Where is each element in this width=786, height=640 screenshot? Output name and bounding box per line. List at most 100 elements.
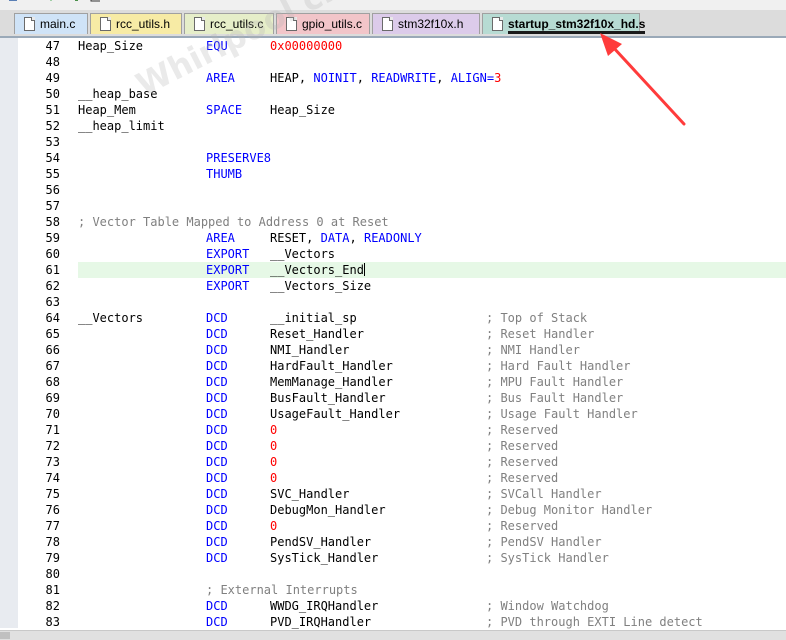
- tab-label: stm32f10x.h: [398, 17, 464, 31]
- code-line[interactable]: 77 DCD 0 ; Reserved: [0, 518, 786, 534]
- code-directive: PRESERVE8: [206, 151, 272, 165]
- code-line[interactable]: 76 DCD DebugMon_Handler ; Debug Monitor Han…: [0, 502, 786, 518]
- code-token-part: ,: [349, 231, 357, 245]
- line-number: 66: [45, 343, 60, 357]
- code-operand: 0x00000000: [270, 39, 343, 53]
- toolbar: [0, 0, 786, 10]
- toolbar-icon-1[interactable]: [8, 0, 18, 6]
- code-line[interactable]: 61 EXPORT __Vectors_End: [0, 262, 786, 278]
- line-number: 64: [45, 311, 60, 325]
- line-number: 58: [45, 215, 60, 229]
- tab-main-c[interactable]: main.c: [14, 13, 88, 34]
- code-line[interactable]: 66 DCD NMI_Handler ; NMI Handler: [0, 342, 786, 358]
- code-line[interactable]: 67 DCD HardFault_Handler ; Hard Fault Handl…: [0, 358, 786, 374]
- code-line[interactable]: 54 PRESERVE8: [0, 150, 786, 166]
- code-operand: 0: [270, 423, 278, 437]
- code-directive: SPACE: [206, 103, 243, 117]
- code-comment: ; Top of Stack: [486, 311, 588, 325]
- code-comment: ; Reserved: [486, 455, 559, 469]
- code-directive: DCD: [206, 359, 228, 373]
- code-label: __heap_base: [78, 87, 158, 101]
- code-line[interactable]: 68 DCD MemManage_Handler ; MPU Fault Handle…: [0, 374, 786, 390]
- code-line[interactable]: 70 DCD UsageFault_Handler ; Usage Fault Han…: [0, 406, 786, 422]
- code-directive: DCD: [206, 375, 228, 389]
- code-line[interactable]: 72 DCD 0 ; Reserved: [0, 438, 786, 454]
- down-arrow-icon[interactable]: [46, 0, 56, 6]
- tab-rcc-utils-c[interactable]: rcc_utils.c: [184, 13, 274, 34]
- build-icon[interactable]: [90, 0, 100, 6]
- code-operand: UsageFault_Handler: [270, 407, 401, 421]
- code-line[interactable]: 63: [0, 294, 786, 310]
- line-number: 75: [45, 487, 60, 501]
- code-line[interactable]: 82 DCD WWDG_IRQHandler ; Window Watchdog: [0, 598, 786, 614]
- code-line[interactable]: 64 __Vectors DCD __initial_sp ; Top of Stack: [0, 310, 786, 326]
- code-line[interactable]: 65 DCD Reset_Handler ; Reset Handler: [0, 326, 786, 342]
- code-line[interactable]: 47 Heap_Size EQU 0x00000000: [0, 38, 786, 54]
- code-operand: MemManage_Handler: [270, 375, 393, 389]
- file-icon: [382, 17, 393, 31]
- code-directive: DCD: [206, 343, 228, 357]
- tab-label: gpio_utils.c: [302, 17, 363, 31]
- tab-stm32f10x-h[interactable]: stm32f10x.h: [372, 13, 480, 34]
- code-line[interactable]: 75 DCD SVC_Handler ; SVCall Handler: [0, 486, 786, 502]
- code-line[interactable]: 81 ; External Interrupts: [0, 582, 786, 598]
- code-directive: DCD: [206, 391, 228, 405]
- code-directive: DCD: [206, 311, 228, 325]
- line-number: 54: [45, 151, 60, 165]
- code-directive: AREA: [206, 231, 235, 245]
- code-operand: __Vectors: [270, 247, 336, 261]
- toolbar-icon-3[interactable]: [72, 0, 82, 6]
- code-line[interactable]: 71 DCD 0 ; Reserved: [0, 422, 786, 438]
- code-line[interactable]: 58 ; Vector Table Mapped to Address 0 at …: [0, 214, 786, 230]
- tab-label: rcc_utils.h: [116, 17, 171, 31]
- code-operand: WWDG_IRQHandler: [270, 599, 379, 613]
- line-number: 48: [45, 55, 60, 69]
- code-line[interactable]: 78 DCD PendSV_Handler ; PendSV Handler: [0, 534, 786, 550]
- code-operand: SVC_Handler: [270, 487, 350, 501]
- code-token-part: 3: [494, 71, 502, 85]
- code-directive: THUMB: [206, 167, 243, 181]
- code-line[interactable]: 51 Heap_Mem SPACE Heap_Size: [0, 102, 786, 118]
- line-number: 73: [45, 455, 60, 469]
- code-operand: HEAP, NOINIT, READWRITE, ALIGN=3: [270, 70, 501, 86]
- tab-rcc-utils-h[interactable]: rcc_utils.h: [90, 13, 182, 34]
- code-line[interactable]: 74 DCD 0 ; Reserved: [0, 470, 786, 486]
- code-token-part: ,: [356, 71, 364, 85]
- scrollbar-thumb[interactable]: [0, 632, 10, 639]
- code-line[interactable]: 69 DCD BusFault_Handler ; Bus Fault Handler: [0, 390, 786, 406]
- line-number: 53: [45, 135, 60, 149]
- code-directive: EXPORT: [206, 279, 250, 293]
- code-line[interactable]: 50 __heap_base: [0, 86, 786, 102]
- code-editor[interactable]: 47 Heap_Size EQU 0x00000000 48 49 AREA HEAP, NO…: [0, 38, 786, 632]
- code-line[interactable]: 62 EXPORT __Vectors_Size: [0, 278, 786, 294]
- code-token-part: =: [486, 71, 495, 85]
- code-line[interactable]: 53: [0, 134, 786, 150]
- code-directive: EXPORT: [206, 247, 250, 261]
- code-comment: ; Reset Handler: [486, 327, 595, 341]
- code-token-part: [313, 231, 320, 245]
- code-line[interactable]: 83 DCD PVD_IRQHandler ; PVD through EXTI Li…: [0, 614, 786, 630]
- code-directive: DCD: [206, 423, 228, 437]
- code-line[interactable]: 60 EXPORT __Vectors: [0, 246, 786, 262]
- code-line[interactable]: 59 AREA RESET, DATA, READONLY: [0, 230, 786, 246]
- line-number: 78: [45, 535, 60, 549]
- code-line[interactable]: 80: [0, 566, 786, 582]
- code-line[interactable]: 49 AREA HEAP, NOINIT, READWRITE, ALIGN=3: [0, 70, 786, 86]
- code-directive: EXPORT: [206, 263, 250, 277]
- code-line[interactable]: 56: [0, 182, 786, 198]
- code-line[interactable]: 52 __heap_limit: [0, 118, 786, 134]
- tab-gpio-utils-c[interactable]: gpio_utils.c: [276, 13, 370, 34]
- line-number: 57: [45, 199, 60, 213]
- code-comment: ; Hard Fault Handler: [486, 359, 631, 373]
- code-directive: DCD: [206, 455, 228, 469]
- line-number: 62: [45, 279, 60, 293]
- tab-startup-stm32f10x-hd-s[interactable]: startup_stm32f10x_hd.s: [482, 13, 646, 34]
- line-number: 71: [45, 423, 60, 437]
- file-icon: [100, 17, 111, 31]
- code-line[interactable]: 73 DCD 0 ; Reserved: [0, 454, 786, 470]
- code-operand: PendSV_Handler: [270, 535, 372, 549]
- code-line[interactable]: 57: [0, 198, 786, 214]
- code-line[interactable]: 79 DCD SysTick_Handler ; SysTick Handler: [0, 550, 786, 566]
- code-line[interactable]: 48: [0, 54, 786, 70]
- code-line[interactable]: 55 THUMB: [0, 166, 786, 182]
